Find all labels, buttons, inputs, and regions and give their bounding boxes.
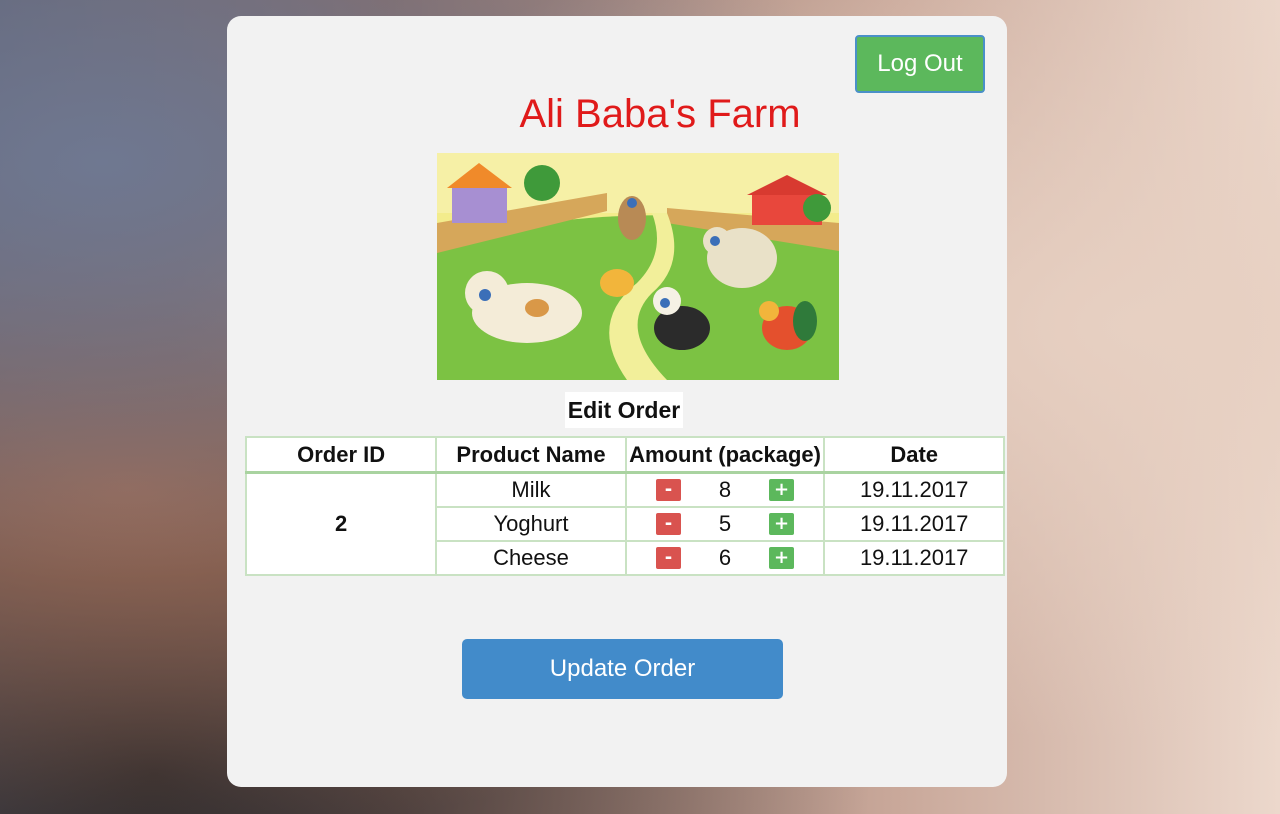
amount-value: 8 <box>718 477 732 502</box>
product-name: Cheese <box>435 540 627 576</box>
decrease-button[interactable]: - <box>656 513 682 535</box>
amount-cell: - 8 + <box>624 471 826 508</box>
logout-button[interactable]: Log Out <box>855 35 985 93</box>
order-table: Order ID Product Name Amount (package) D… <box>244 436 1005 576</box>
increase-button[interactable]: + <box>769 479 795 501</box>
order-id-cell: 2 <box>244 471 438 576</box>
table-row: 2 Milk - 8 + 19.11.2017 <box>244 471 1005 576</box>
farm-illustration <box>437 153 839 380</box>
edit-order-heading: Edit Order <box>565 392 683 428</box>
header-order-id: Order ID <box>244 436 438 474</box>
order-date: 19.11.2017 <box>823 540 1005 576</box>
amount-value: 6 <box>718 545 732 570</box>
increase-button[interactable]: + <box>769 547 795 569</box>
header-product-name: Product Name <box>435 436 627 474</box>
update-order-button[interactable]: Update Order <box>462 639 783 699</box>
table-header-row: Order ID Product Name Amount (package) D… <box>244 436 1005 474</box>
amount-cell: - 5 + <box>624 506 826 542</box>
amount-cell: - 6 + <box>624 540 826 576</box>
order-date: 19.11.2017 <box>823 471 1005 508</box>
decrease-button[interactable]: - <box>656 547 682 569</box>
increase-button[interactable]: + <box>769 513 795 535</box>
product-name: Milk <box>435 471 627 508</box>
page-title: Ali Baba's Farm <box>519 92 801 136</box>
decrease-button[interactable]: - <box>656 479 682 501</box>
header-date: Date <box>823 436 1005 474</box>
header-amount: Amount (package) <box>624 436 826 474</box>
amount-value: 5 <box>718 511 732 536</box>
product-name: Yoghurt <box>435 506 627 542</box>
order-date: 19.11.2017 <box>823 506 1005 542</box>
